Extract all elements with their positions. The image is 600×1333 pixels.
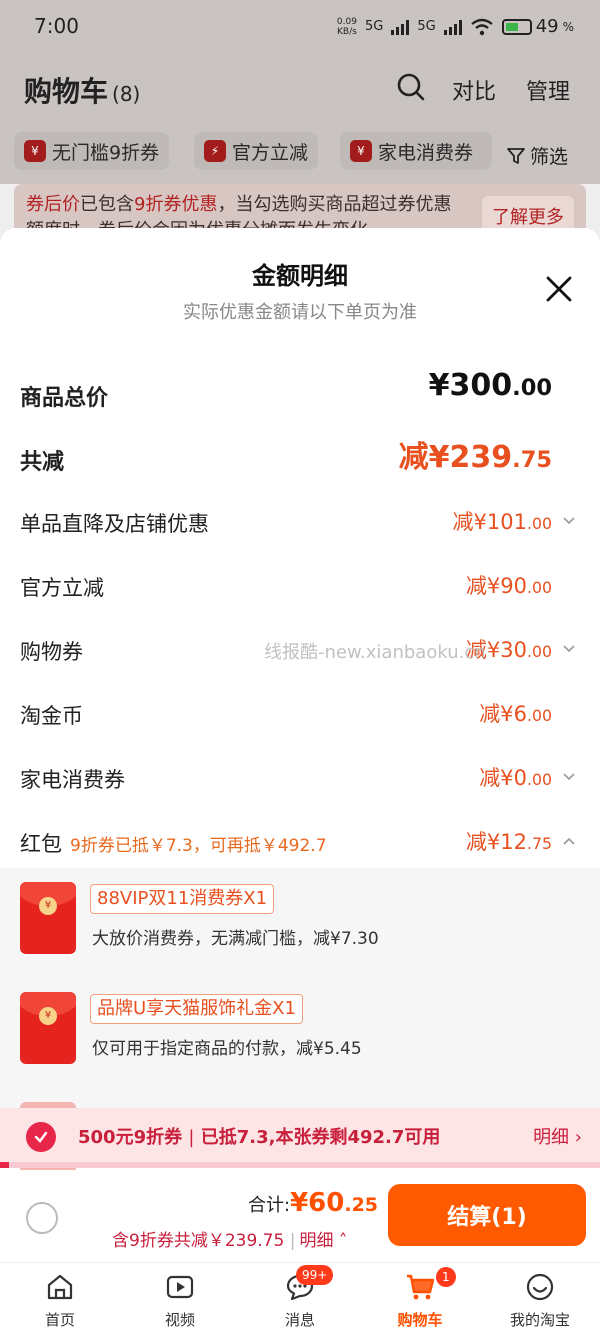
row-official-discount: 官方立减 减¥90.00 — [20, 566, 580, 606]
status-right: 0.09 KB/s 5G 5G 49% — [337, 16, 574, 37]
coupon-item: ¥ 88VIP双11消费券X1 大放价消费券，无满减门槛，减¥7.30 — [20, 882, 580, 962]
net-speed: 0.09 KB/s — [336, 16, 357, 37]
select-all-radio[interactable] — [26, 1202, 58, 1234]
red-envelope-icon: ¥ — [20, 882, 76, 954]
cart-header: 购物车 (8) 对比 管理 — [0, 56, 600, 120]
amount-detail-sheet: 金额明细 实际优惠金额请以下单页为准 商品总价 ¥300.00 共减 减¥239… — [0, 228, 600, 1333]
red-packet-hint: 9折券已抵￥7.3，可再抵￥492.7 — [70, 836, 327, 856]
sheet-title: 金额明细 — [252, 262, 348, 290]
home-icon — [47, 1274, 73, 1300]
status-bar: 7:00 0.09 KB/s 5G 5G 49% — [0, 0, 600, 56]
total-discount-value: 减¥239.75 — [398, 440, 552, 475]
promo-detail-link[interactable]: 明细 › — [533, 1123, 582, 1149]
saved-amount: 含9折券共减￥239.75 | 明细 ˄ — [112, 1231, 348, 1251]
checkout-detail-link[interactable]: 明细 ˄ — [299, 1231, 347, 1251]
red-envelope-icon: ¥ — [20, 992, 76, 1064]
coupon-usage-progress — [0, 1162, 600, 1168]
goods-total-value: ¥300.00 — [428, 368, 552, 403]
total-amount: 合计:¥60.25 — [248, 1188, 379, 1218]
chip-official-discount[interactable]: ⚡ 官方立减 — [194, 132, 319, 170]
wifi-icon — [470, 18, 493, 35]
video-icon — [166, 1275, 194, 1299]
check-icon[interactable] — [26, 1122, 56, 1152]
coupon-desc: 大放价消费券，无满减门槛，减¥7.30 — [92, 929, 379, 949]
progress-fill — [0, 1162, 9, 1168]
tab-cart[interactable]: 1 购物车 — [360, 1263, 480, 1333]
battery-percent: 49 — [535, 16, 559, 37]
coupon-item: ¥ 品牌U享天猫服饰礼金X1 仅可用于指定商品的付款，减¥5.45 — [20, 992, 580, 1072]
checkout-bar: 合计:¥60.25 含9折券共减￥239.75 | 明细 ˄ 结算(1) — [0, 1170, 600, 1262]
chevron-down-icon[interactable] — [562, 770, 576, 784]
tab-home[interactable]: 首页 — [0, 1263, 120, 1333]
coupon-tag: 品牌U享天猫服饰礼金X1 — [90, 994, 303, 1024]
page-title: 购物车 (8) — [24, 75, 141, 108]
cart-badge: 1 — [436, 1267, 456, 1287]
row-goods-total: 商品总价 ¥300.00 — [20, 368, 552, 411]
chip-appliance-coupon[interactable]: ¥ 家电消费券 — [340, 132, 492, 170]
lightning-icon: ⚡ — [204, 140, 226, 162]
red-packet-value: 减¥12.75 — [465, 830, 552, 854]
tab-video[interactable]: 视频 — [120, 1263, 240, 1333]
search-icon[interactable] — [396, 72, 426, 102]
manage-button[interactable]: 管理 — [526, 74, 570, 106]
chevron-up-icon: ˄ — [333, 1231, 348, 1251]
signal-icon — [443, 19, 462, 35]
network-type-1: 5G — [364, 19, 384, 34]
filter-icon — [507, 147, 525, 164]
battery-icon — [501, 18, 532, 35]
coupon-icon: ¥ — [350, 140, 372, 162]
taojinbi-value: 减¥6.00 — [479, 702, 552, 726]
network-type-2: 5G — [417, 19, 436, 34]
chip-no-threshold-coupon[interactable]: ¥ 无门槛9折券 — [14, 132, 170, 170]
message-badge: 99+ — [296, 1265, 334, 1285]
compare-button[interactable]: 对比 — [452, 74, 496, 106]
coupon-icon: ¥ — [24, 140, 46, 162]
battery: 49% — [501, 16, 574, 37]
chevron-down-icon[interactable] — [562, 514, 576, 528]
promo-text: 500元9折券 | 已抵7.3,本张券剩492.7可用 — [78, 1127, 441, 1148]
appliance-coupon-value: 减¥0.00 — [479, 766, 552, 790]
tab-my-taobao[interactable]: 我的淘宝 — [480, 1263, 600, 1333]
close-icon[interactable] — [544, 274, 574, 304]
smile-icon — [526, 1273, 554, 1301]
signal-icon — [391, 19, 410, 35]
bottom-tab-bar: 首页 视频 99+ 消息 1 购物车 我的淘宝 — [0, 1262, 600, 1333]
official-discount-value: 减¥90.00 — [465, 574, 552, 598]
coupon-tag: 88VIP双11消费券X1 — [90, 884, 275, 914]
row-item-store-discount[interactable]: 单品直降及店铺优惠 减¥101.00 — [20, 502, 580, 542]
status-time: 7:00 — [34, 14, 79, 38]
row-taojinbi: 淘金币 减¥6.00 — [20, 694, 580, 734]
row-total-discount: 共减 减¥239.75 — [20, 438, 580, 478]
coupon-progress-bar[interactable]: 500元9折券 | 已抵7.3,本张券剩492.7可用 明细 › — [0, 1108, 600, 1164]
watermark: 线报酷-new.xianbaoku.cn — [264, 642, 486, 663]
coupon-desc: 仅可用于指定商品的付款，减¥5.45 — [92, 1039, 362, 1059]
tab-messages[interactable]: 99+ 消息 — [240, 1263, 360, 1333]
filter-button[interactable]: 筛选 — [506, 142, 568, 169]
row-red-packet[interactable]: 红包 9折券已抵￥7.3，可再抵￥492.7 减¥12.75 — [20, 822, 580, 862]
coupon-chips: ¥ 无门槛9折券 ⚡ 官方立减 ¥ 家电消费券 筛选 — [0, 120, 600, 184]
checkout-button[interactable]: 结算(1) — [388, 1184, 586, 1246]
cart-count: (8) — [112, 82, 141, 106]
sheet-subtitle: 实际优惠金额请以下单页为准 — [183, 302, 417, 323]
red-packet-list: ¥ 88VIP双11消费券X1 大放价消费券，无满减门槛，减¥7.30 ¥ 品牌… — [0, 868, 600, 1174]
chevron-down-icon[interactable] — [562, 642, 576, 656]
chevron-up-icon[interactable] — [562, 834, 576, 848]
row-appliance-coupon[interactable]: 家电消费券 减¥0.00 — [20, 758, 580, 798]
item-store-discount-value: 减¥101.00 — [452, 510, 552, 534]
chevron-right-icon: › — [574, 1127, 582, 1148]
cart-icon — [407, 1274, 435, 1300]
